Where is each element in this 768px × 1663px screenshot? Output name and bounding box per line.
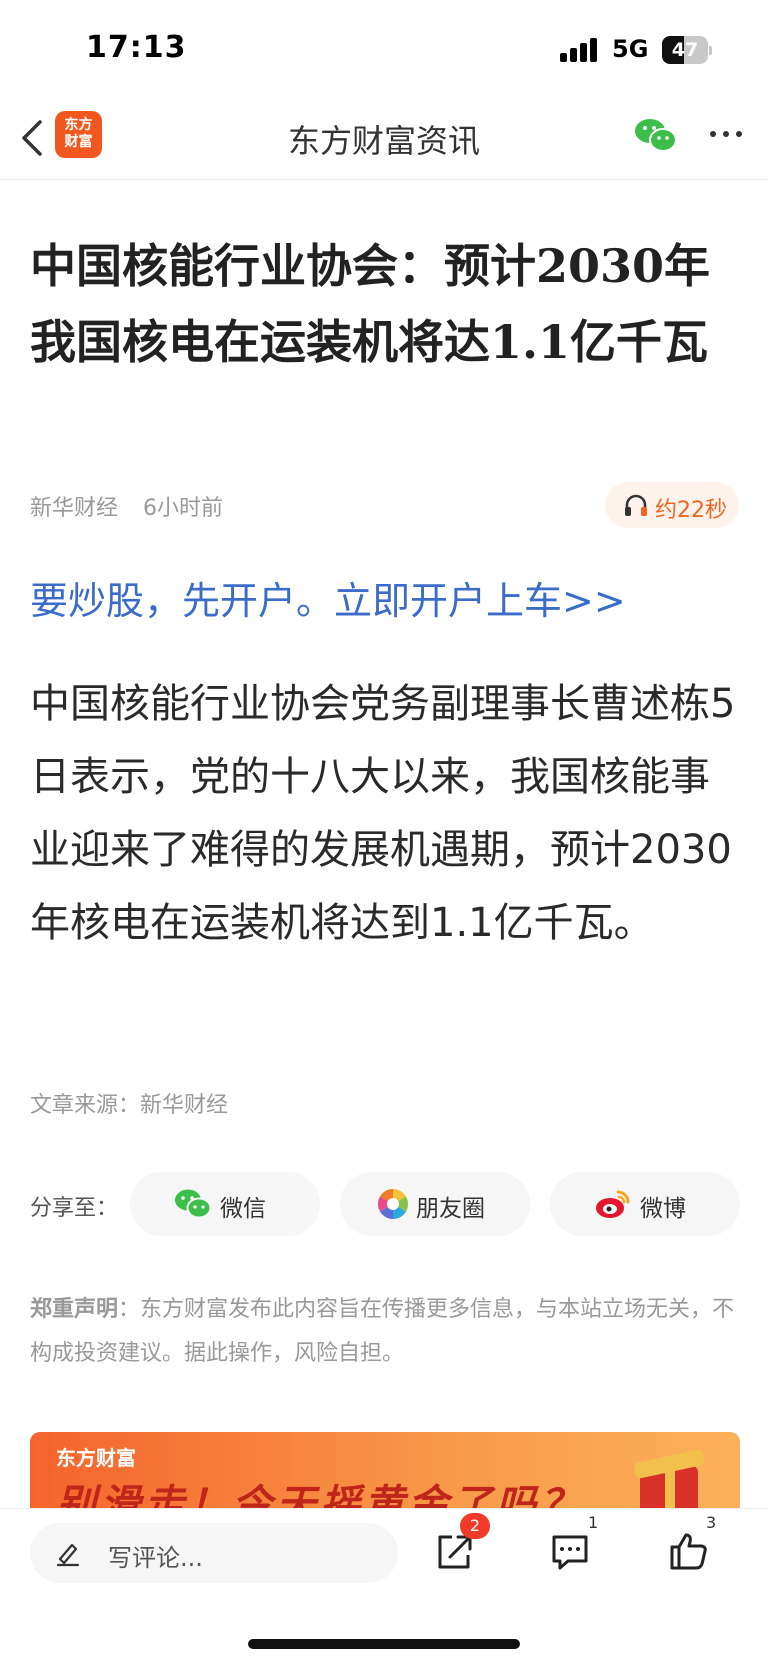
article-meta: 新华财经 6小时前 [30,490,223,522]
article-time: 6小时前 [143,496,224,521]
more-button[interactable] [708,124,744,144]
bottom-bar: 写评论... 2 1 3 [0,1508,768,1663]
weibo-icon [596,1190,630,1218]
promo-banner[interactable]: 东方财富 别滑走！今天摇黄金了吗？ [30,1432,740,1508]
audio-play-button[interactable]: 约22秒 [605,482,739,528]
wechat-share-button[interactable] [634,116,678,156]
open-account-link[interactable]: 要炒股，先开户。立即开户上车>> [30,570,626,625]
share-badge: 2 [460,1513,490,1539]
signal-icon [560,38,600,62]
audio-duration: 约22秒 [655,498,727,523]
wechat-icon [635,119,677,152]
share-weibo-button[interactable]: 微博 [550,1172,740,1236]
disclaimer: 郑重声明：东方财富发布此内容旨在传播更多信息，与本站立场无关，不构成投资建议。据… [30,1288,740,1376]
moments-icon [377,1189,409,1219]
nav-bar: 东方 财富 东方财富资讯 [0,96,768,180]
headphones-icon [625,494,647,516]
article-body: 中国核能行业协会党务副理事长曹述栋5日表示，党的十八大以来，我国核能事业迎来了难… [30,681,736,946]
comment-icon [552,1535,588,1570]
like-count: 3 [706,1513,717,1532]
share-wechat-label: 微信 [220,1196,266,1222]
comment-placeholder: 写评论... [108,1544,203,1572]
disclaimer-title: 郑重声明 [30,1297,119,1322]
share-moments-label: 朋友圈 [416,1196,485,1222]
home-indicator [248,1639,520,1649]
share-moments-button[interactable]: 朋友圈 [340,1172,530,1236]
battery-level: 47 [671,39,699,61]
comment-input[interactable]: 写评论... [30,1523,398,1583]
share-button[interactable]: 2 [432,1513,490,1573]
disclaimer-text: ：东方财富发布此内容旨在传播更多信息，与本站立场无关，不构成投资建议。据此操作，… [30,1297,735,1366]
wechat-icon [175,1189,212,1219]
more-icon [710,131,742,137]
share-label: 分享至： [30,1196,119,1221]
network-label: 5G [612,35,649,63]
article-headline: 中国核能行业协会：预计2030年我国核电在运装机将达1.1亿千瓦 [30,239,711,369]
article-source: 文章来源：新华财经 [30,1093,229,1118]
share-wechat-button[interactable]: 微信 [130,1172,320,1236]
like-button[interactable]: 3 [666,1513,716,1573]
comments-button[interactable]: 1 [548,1513,598,1573]
thumbs-up-icon [670,1533,707,1570]
comment-count: 1 [588,1513,599,1532]
battery-icon: 47 [662,36,712,64]
share-weibo-label: 微博 [640,1196,686,1222]
status-time: 17:13 [86,30,187,65]
gift-box-icon [634,1449,704,1508]
article-source-name: 新华财经 [30,496,119,521]
share-row: 分享至： 微信 朋友圈 微博 [30,1172,740,1236]
pen-icon [56,1543,80,1567]
banner-brand: 东方财富 [56,1446,136,1470]
status-bar: 17:13 5G 47 [0,0,768,96]
banner-slogan: 别滑走！今天摇黄金了吗？ [56,1482,584,1508]
